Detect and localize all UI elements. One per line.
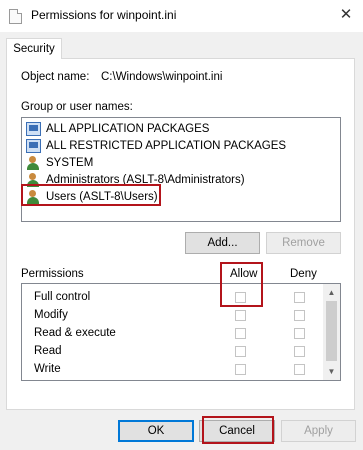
deny-header: Deny — [290, 268, 317, 280]
deny-checkbox[interactable] — [294, 364, 305, 375]
deny-checkbox[interactable] — [294, 292, 305, 303]
permission-row-full-control: Full control — [22, 289, 322, 307]
remove-button[interactable]: Remove — [266, 232, 341, 254]
ok-button[interactable]: OK — [118, 420, 194, 442]
group-names-label: Group or user names: — [21, 101, 133, 113]
permissions-label: Permissions — [21, 268, 84, 280]
window-title: Permissions for winpoint.ini — [31, 8, 177, 22]
permission-name: Modify — [34, 309, 68, 321]
object-name-label: Object name: — [21, 71, 90, 83]
scrollbar-thumb[interactable] — [326, 301, 337, 361]
scroll-down-icon[interactable]: ▼ — [323, 363, 340, 380]
deny-checkbox[interactable] — [294, 346, 305, 357]
package-icon — [26, 139, 41, 153]
allow-checkbox[interactable] — [235, 310, 246, 321]
object-name-value: C:\Windows\winpoint.ini — [101, 71, 223, 83]
users-icon — [26, 156, 41, 170]
allow-checkbox[interactable] — [235, 328, 246, 339]
permission-name: Read & execute — [34, 327, 116, 339]
users-highlight-box — [21, 184, 161, 206]
allow-checkbox[interactable] — [235, 364, 246, 375]
apply-button[interactable]: Apply — [281, 420, 356, 442]
deny-checkbox[interactable] — [294, 310, 305, 321]
permission-name: Write — [34, 363, 61, 375]
permission-name: Read — [34, 345, 62, 357]
group-user-list[interactable]: ALL APPLICATION PACKAGES ALL RESTRICTED … — [21, 117, 341, 222]
allow-checkbox[interactable] — [235, 346, 246, 357]
add-button[interactable]: Add... — [185, 232, 260, 254]
file-icon — [9, 9, 22, 24]
list-item-label: ALL RESTRICTED APPLICATION PACKAGES — [46, 140, 287, 152]
permission-name: Full control — [34, 291, 91, 303]
scroll-up-icon[interactable]: ▲ — [323, 284, 340, 301]
cancel-highlight-box — [202, 416, 274, 444]
permissions-scrollbar[interactable]: ▲ ▼ — [323, 284, 340, 380]
permission-row-write: Write — [22, 361, 322, 379]
permissions-list: Full control Modify Read & execute Read … — [21, 283, 341, 381]
title-bar: Permissions for winpoint.ini ✕ — [0, 0, 363, 32]
close-button[interactable]: ✕ — [329, 0, 363, 30]
deny-checkbox[interactable] — [294, 328, 305, 339]
permission-row-read-execute: Read & execute — [22, 325, 322, 343]
list-item-label: ALL APPLICATION PACKAGES — [46, 123, 210, 135]
permission-row-read: Read — [22, 343, 322, 361]
tab-security[interactable]: Security — [6, 38, 62, 59]
list-item-label: SYSTEM — [46, 157, 94, 169]
permission-row-modify: Modify — [22, 307, 322, 325]
allow-highlight-box — [220, 262, 263, 307]
permission-row-partial — [22, 379, 322, 380]
package-icon — [26, 122, 41, 136]
